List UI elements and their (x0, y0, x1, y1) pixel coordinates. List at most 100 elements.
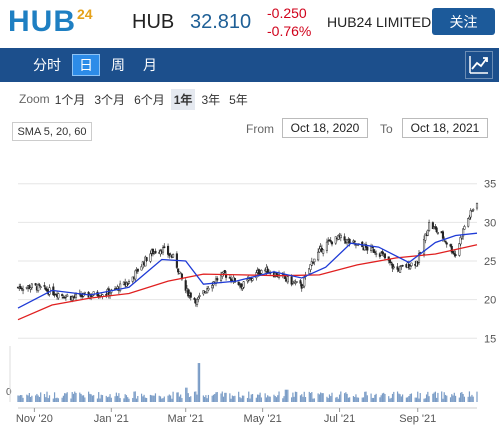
candle (303, 277, 306, 287)
zoom-5y[interactable]: 5年 (226, 89, 251, 110)
follow-button[interactable]: 关注 (432, 8, 495, 35)
candle (161, 247, 165, 253)
volume-bar (80, 393, 82, 402)
from-date-input[interactable]: Oct 18, 2020 (282, 118, 368, 138)
volume-bar (249, 398, 251, 402)
volume-bar (101, 395, 104, 402)
candle (127, 281, 131, 284)
volume-bar (357, 397, 360, 402)
tab-weekly[interactable]: 周 (104, 54, 132, 76)
volume-bar (238, 391, 240, 402)
volume-bar (470, 396, 472, 402)
volume-bar (335, 397, 337, 402)
candle (451, 251, 455, 254)
volume-bar (361, 397, 363, 402)
volume-bar (434, 391, 436, 402)
volume-bar (461, 392, 463, 402)
change-value: -0.250 (267, 5, 307, 21)
candle (322, 249, 325, 254)
volume-bar (99, 398, 101, 402)
volume-bar (140, 393, 143, 402)
candle (74, 293, 78, 298)
volume-bar (37, 395, 39, 402)
volume-bar (118, 393, 120, 402)
zoom-1m[interactable]: 1个月 (52, 89, 89, 110)
volume-bar (269, 396, 271, 402)
volume-bar (388, 396, 390, 402)
volume-bar (321, 393, 323, 402)
volume-bar (467, 396, 469, 402)
chart-canvas[interactable]: 15 20 25 30 35 0 Nov '20 Jan '21 Mar '21 May '21 J… (0, 146, 499, 442)
volume-bar (449, 397, 452, 402)
volume-bar (446, 395, 448, 402)
volume-bar (186, 387, 188, 402)
tab-daily[interactable]: 日 (72, 54, 100, 76)
indicator-selector[interactable]: SMA 5, 20, 60 (12, 122, 92, 141)
volume-bar (274, 395, 276, 402)
zoom-1y[interactable]: 1年 (170, 88, 196, 110)
to-date-input[interactable]: Oct 18, 2021 (402, 118, 488, 138)
volume-bar (56, 397, 58, 402)
volume-bar (134, 391, 136, 402)
volume-bar (45, 397, 47, 402)
volume-bar (402, 394, 404, 402)
volume-bar (220, 393, 222, 402)
candle (91, 295, 94, 297)
zoom-6m[interactable]: 6个月 (131, 89, 168, 110)
volume-bar (349, 397, 351, 402)
volume-bar (161, 398, 163, 402)
candle (472, 209, 475, 211)
volume-bar (313, 398, 315, 402)
volume-bar (22, 397, 24, 402)
volume-bar (57, 398, 59, 402)
volume-bar (352, 396, 355, 402)
candle (325, 241, 328, 251)
volume-bar (471, 394, 473, 402)
x-tick-label: Jan '21 (94, 413, 129, 425)
zoom-3m[interactable]: 3个月 (91, 89, 128, 110)
volume-bar (187, 393, 189, 402)
volume-bar (26, 394, 28, 402)
volume-bar (423, 398, 425, 402)
candle (179, 272, 182, 275)
volume-bar (240, 398, 242, 402)
volume-bar (82, 395, 85, 402)
volume-bar (259, 392, 261, 402)
tab-monthly[interactable]: 月 (136, 54, 164, 76)
volume-bar (299, 395, 302, 402)
candle (193, 297, 196, 300)
candle (353, 240, 356, 243)
y-tick-label: 25 (484, 256, 496, 268)
volume-bar (293, 396, 295, 402)
volume-bar (424, 398, 426, 402)
candle (197, 297, 200, 300)
volume-bar (432, 393, 434, 402)
volume-bar (364, 391, 366, 402)
price-change: -0.250 -0.76% (267, 4, 311, 40)
volume-bar (215, 392, 217, 402)
price-chart[interactable]: 15 20 25 30 35 0 Nov '20 Jan '21 Mar '21 May '21 J… (0, 146, 499, 442)
volume-bar (294, 391, 297, 402)
volume-bar (308, 391, 310, 402)
volume-bar (46, 391, 48, 402)
volume-bar (425, 394, 428, 402)
volume-bar (128, 398, 130, 402)
volume-bar (38, 396, 41, 402)
volume-bar (415, 397, 418, 402)
volume-bar (275, 397, 278, 402)
volume-bar (256, 394, 259, 402)
volume-bar (154, 393, 157, 402)
volume-bar (326, 396, 328, 402)
line-chart-icon[interactable] (465, 51, 493, 79)
volume-bar (152, 395, 154, 402)
volume-bar (264, 393, 266, 402)
candle (237, 281, 240, 286)
zoom-3y[interactable]: 3年 (198, 89, 223, 110)
volume-bar (180, 394, 182, 402)
volume-bar (197, 363, 199, 402)
volume-bar (43, 393, 46, 402)
volume-bar (265, 397, 268, 402)
tab-intraday[interactable]: 分时 (28, 54, 66, 76)
candle (399, 266, 402, 273)
logo-superscript: 24 (77, 6, 93, 22)
